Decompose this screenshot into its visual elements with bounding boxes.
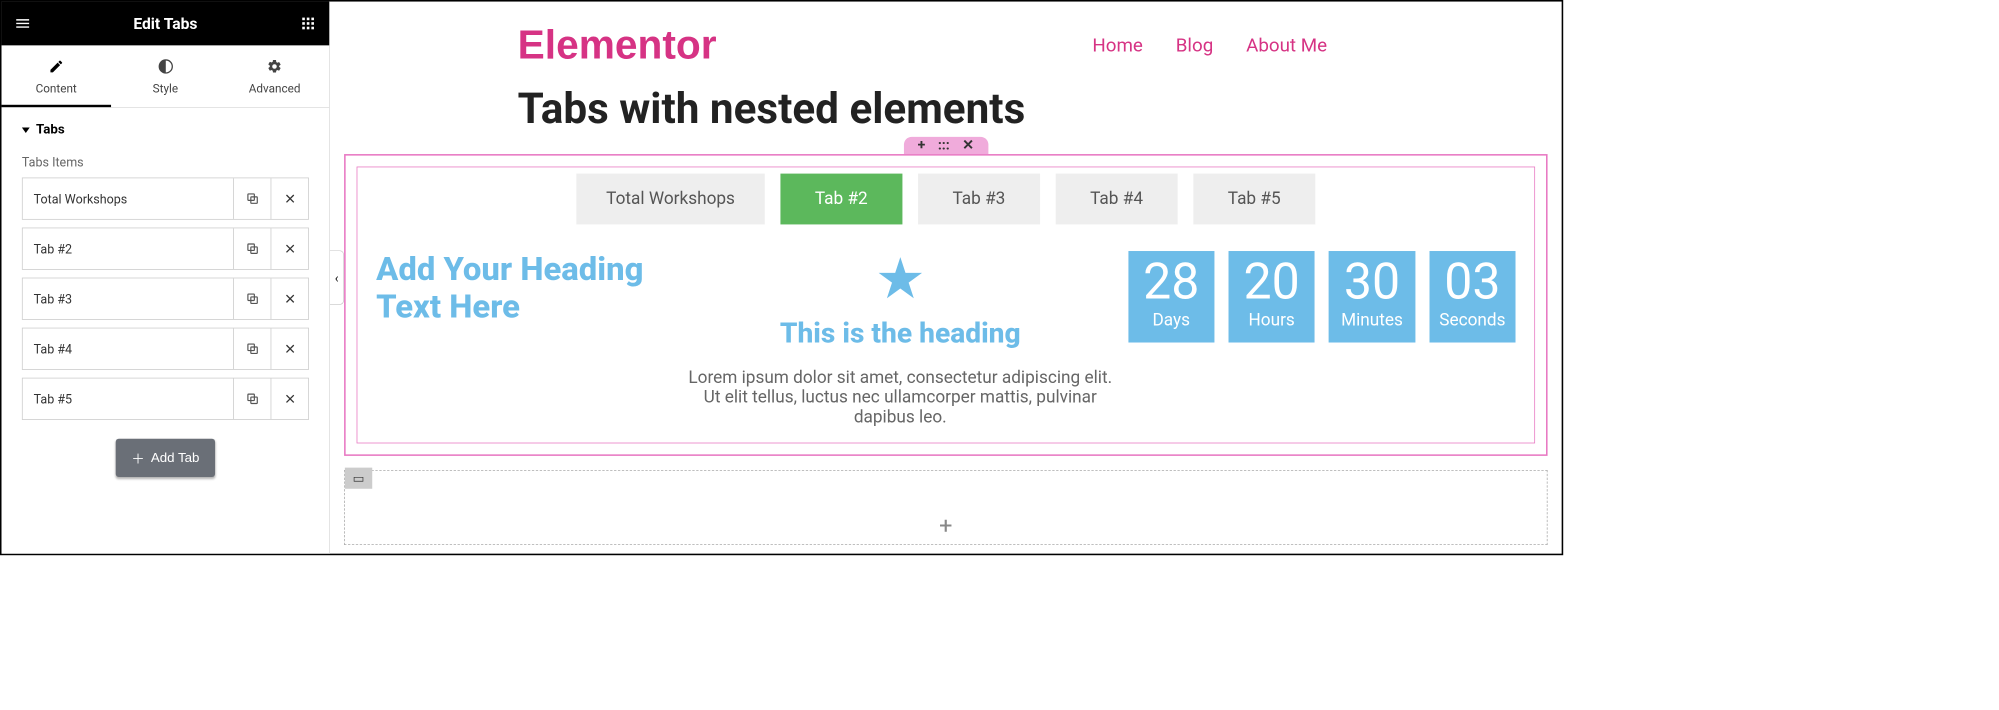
preview-canvas: Elementor HomeBlogAbout Me Tabs with nes… <box>330 2 1562 554</box>
nav-link[interactable]: Home <box>1092 34 1143 56</box>
countdown-box: 20 Hours <box>1228 251 1314 342</box>
countdown-value: 28 <box>1131 257 1211 307</box>
star-icon: ★ <box>688 251 1112 307</box>
countdown-value: 20 <box>1232 257 1312 307</box>
duplicate-icon[interactable] <box>233 228 271 269</box>
section-toggle[interactable]: Tabs <box>22 122 309 138</box>
tabs-section: Tabs Tabs Items Total Workshops Tab #2 Tab… <box>2 108 330 477</box>
remove-icon[interactable] <box>271 178 309 219</box>
countdown-box: 28 Days <box>1128 251 1214 342</box>
duplicate-icon[interactable] <box>233 178 271 219</box>
panel-collapse-handle[interactable]: ‹ <box>330 250 344 305</box>
tabs-widget[interactable]: Total WorkshopsTab #2Tab #3Tab #4Tab #5 … <box>357 167 1535 444</box>
site-header: Elementor Home Blog About Me <box>330 2 1562 85</box>
panel-title: Edit Tabs <box>133 14 197 33</box>
tabs-item-label[interactable]: Tab #2 <box>23 228 233 269</box>
tab-button[interactable]: Tab #5 <box>1193 174 1315 225</box>
heading-widget[interactable]: Add Your Heading Text Here <box>376 251 672 327</box>
editor-panel: Edit Tabs Content Style <box>2 2 330 554</box>
countdown-widget[interactable]: 28 Days 20 Hours 30 Minutes 03 Seconds <box>1128 251 1515 342</box>
delete-section-icon[interactable]: ✕ <box>962 138 974 152</box>
container-handle: + ::: ✕ <box>904 137 989 154</box>
duplicate-icon[interactable] <box>233 278 271 319</box>
tab-button[interactable]: Tab #3 <box>918 174 1040 225</box>
countdown-box: 30 Minutes <box>1329 251 1415 342</box>
remove-icon[interactable] <box>271 328 309 369</box>
countdown-label: Days <box>1131 310 1211 330</box>
panel-header: Edit Tabs <box>2 2 330 46</box>
countdown-value: 30 <box>1332 257 1412 307</box>
contrast-icon <box>111 56 220 76</box>
remove-icon[interactable] <box>271 278 309 319</box>
duplicate-icon[interactable] <box>233 378 271 419</box>
add-section-icon[interactable]: + <box>918 138 926 152</box>
selected-container[interactable]: + ::: ✕ Total WorkshopsTab #2Tab #3Tab #… <box>344 154 1547 456</box>
tabs-item-row[interactable]: Total Workshops <box>22 178 309 220</box>
nav-link[interactable]: About Me <box>1246 34 1327 56</box>
iconbox-widget[interactable]: ★ This is the heading Lorem ipsum dolor … <box>688 251 1112 427</box>
drag-handle-icon[interactable]: ::: <box>938 138 950 152</box>
tabs-item-label[interactable]: Tab #4 <box>23 328 233 369</box>
countdown-label: Hours <box>1232 310 1312 330</box>
tab-button[interactable]: Tab #4 <box>1056 174 1178 225</box>
menu-icon[interactable] <box>13 13 33 33</box>
apps-icon[interactable] <box>298 13 318 33</box>
columns-icon[interactable]: ▭ <box>345 468 372 489</box>
tabs-item-row[interactable]: Tab #4 <box>22 328 309 370</box>
empty-container[interactable]: ▭ + <box>344 470 1547 545</box>
tabs-item-row[interactable]: Tab #2 <box>22 228 309 270</box>
caret-down-icon <box>22 127 30 132</box>
tab-nav: Total Workshops Tab #2 Tab #3 Tab #4 Tab #5 <box>357 174 1534 225</box>
countdown-box: 03 Seconds <box>1429 251 1515 342</box>
tabs-item-label[interactable]: Total Workshops <box>23 178 233 219</box>
field-label: Tabs Items <box>22 155 309 170</box>
site-nav: Home Blog About Me <box>1092 34 1327 56</box>
countdown-label: Minutes <box>1332 310 1412 330</box>
chevron-left-icon: ‹ <box>335 270 339 285</box>
tabs-items-list: Total Workshops Tab #2 Tab #3 Tab #4 Tab #5 <box>22 178 309 420</box>
tabs-item-label[interactable]: Tab #3 <box>23 278 233 319</box>
tab-content: Add Your Heading Text Here ★ This is the… <box>357 251 1534 427</box>
gear-icon <box>220 56 329 76</box>
tabs-item-row[interactable]: Tab #3 <box>22 278 309 320</box>
tabs-item-row[interactable]: Tab #5 <box>22 378 309 420</box>
tab-style[interactable]: Style <box>111 45 220 107</box>
tab-advanced[interactable]: Advanced <box>220 45 329 107</box>
nav-link[interactable]: Blog <box>1176 34 1213 56</box>
tab-button[interactable]: Tab #2 <box>780 174 902 225</box>
panel-mode-tabs: Content Style Advanced <box>2 45 330 108</box>
plus-icon: ＋ <box>131 448 144 468</box>
add-tab-button[interactable]: ＋ Add Tab <box>116 439 215 477</box>
add-widget-icon[interactable]: + <box>939 512 952 539</box>
site-logo[interactable]: Elementor <box>518 22 717 69</box>
pencil-icon <box>2 56 111 76</box>
tab-button[interactable]: Total Workshops <box>576 174 764 225</box>
countdown-value: 03 <box>1432 257 1512 307</box>
tab-content[interactable]: Content <box>2 45 111 107</box>
duplicate-icon[interactable] <box>233 328 271 369</box>
remove-icon[interactable] <box>271 228 309 269</box>
remove-icon[interactable] <box>271 378 309 419</box>
tabs-item-label[interactable]: Tab #5 <box>23 378 233 419</box>
countdown-label: Seconds <box>1432 310 1512 330</box>
